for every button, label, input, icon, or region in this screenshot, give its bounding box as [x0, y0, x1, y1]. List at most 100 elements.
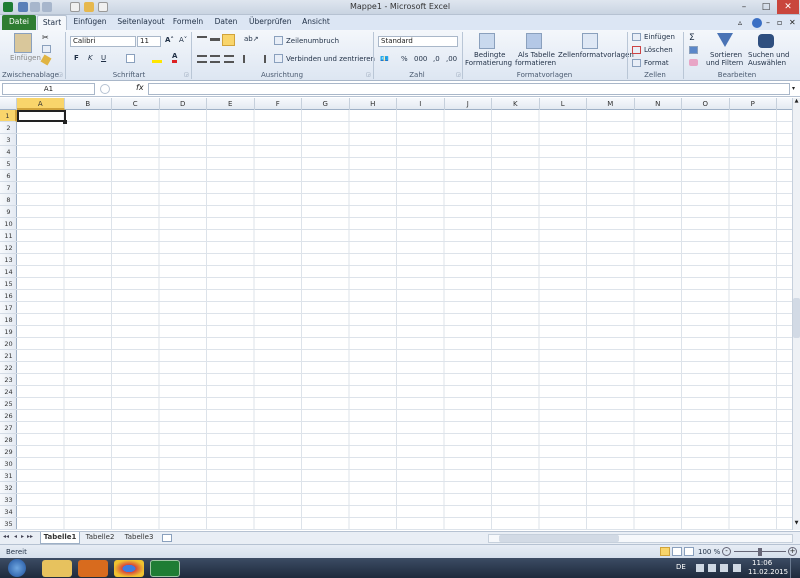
- sheet-tab-tabelle3[interactable]: Tabelle3: [120, 532, 158, 544]
- percent-icon[interactable]: %: [401, 55, 408, 63]
- fill-icon[interactable]: [689, 46, 698, 54]
- orientation-icon[interactable]: ab↗: [244, 35, 259, 43]
- column-header[interactable]: J: [445, 98, 492, 110]
- select-all-button[interactable]: [0, 98, 17, 110]
- format-as-table-button-line2[interactable]: formatieren: [515, 59, 556, 67]
- row-header[interactable]: 1: [0, 110, 17, 122]
- row-header[interactable]: 27: [0, 422, 17, 434]
- column-header[interactable]: N: [635, 98, 682, 110]
- sort-filter-icon[interactable]: [717, 33, 733, 49]
- tab-file[interactable]: Datei: [2, 15, 36, 30]
- increase-indent-icon[interactable]: [256, 55, 266, 63]
- page-layout-view-icon[interactable]: [672, 547, 682, 556]
- number-launcher-icon[interactable]: ◲: [456, 72, 461, 78]
- align-right-icon[interactable]: [224, 55, 234, 63]
- close-button[interactable]: ✕: [777, 0, 799, 14]
- tab-data[interactable]: Daten: [211, 15, 241, 30]
- horizontal-scrollbar[interactable]: [488, 534, 793, 543]
- italic-button[interactable]: K: [88, 54, 93, 62]
- vertical-scroll-thumb[interactable]: [793, 298, 800, 338]
- column-header[interactable]: K: [492, 98, 540, 110]
- tab-insert[interactable]: Einfügen: [72, 15, 108, 30]
- doc-restore-button[interactable]: ▫: [777, 18, 782, 27]
- sheet-tab-tabelle1[interactable]: Tabelle1: [40, 532, 80, 544]
- borders-icon[interactable]: [126, 54, 135, 63]
- doc-minimize-button[interactable]: –: [766, 18, 770, 27]
- insert-function-button[interactable]: fx: [136, 83, 144, 92]
- clipboard-launcher-icon[interactable]: ◲: [58, 72, 63, 78]
- sheet-nav-prev-icon[interactable]: ◂: [14, 533, 17, 540]
- row-header[interactable]: 12: [0, 242, 17, 254]
- start-button-icon[interactable]: [8, 559, 26, 577]
- column-header[interactable]: I: [397, 98, 445, 110]
- sheet-nav-last-icon[interactable]: ▸▸: [27, 533, 33, 540]
- align-center-icon[interactable]: [210, 55, 220, 63]
- excel-taskbar-icon[interactable]: [150, 560, 180, 577]
- column-header[interactable]: G: [302, 98, 350, 110]
- zoom-out-button[interactable]: -: [722, 547, 731, 556]
- paste-button[interactable]: Einfügen: [10, 54, 41, 62]
- name-box[interactable]: A1: [2, 83, 95, 95]
- row-header[interactable]: 29: [0, 446, 17, 458]
- show-desktop-button[interactable]: [790, 558, 800, 578]
- row-header[interactable]: 30: [0, 458, 17, 470]
- row-header[interactable]: 2: [0, 122, 17, 134]
- copy-icon[interactable]: [42, 45, 51, 53]
- scroll-down-icon[interactable]: ▼: [793, 520, 800, 528]
- row-header[interactable]: 22: [0, 362, 17, 374]
- clear-icon[interactable]: [689, 59, 698, 66]
- conditional-formatting-icon[interactable]: [479, 33, 495, 49]
- grow-font-icon[interactable]: A˄: [165, 36, 174, 44]
- column-header[interactable]: B: [65, 98, 112, 110]
- font-launcher-icon[interactable]: ◲: [184, 72, 189, 78]
- sort-filter-button-line2[interactable]: und Filtern: [706, 59, 743, 67]
- conditional-formatting-button[interactable]: Bedingte: [474, 51, 505, 59]
- chrome-taskbar-icon[interactable]: [114, 560, 144, 577]
- horizontal-scroll-thumb[interactable]: [499, 535, 619, 542]
- row-header[interactable]: 15: [0, 278, 17, 290]
- column-header[interactable]: D: [160, 98, 207, 110]
- row-header[interactable]: 20: [0, 338, 17, 350]
- row-header[interactable]: 7: [0, 182, 17, 194]
- autosum-icon[interactable]: Σ: [689, 33, 695, 43]
- row-header[interactable]: 14: [0, 266, 17, 278]
- fill-color-icon[interactable]: [152, 54, 162, 63]
- tab-page-layout[interactable]: Seitenlayout: [117, 15, 165, 30]
- delete-cells-icon[interactable]: [632, 46, 641, 54]
- thousands-icon[interactable]: 000: [414, 55, 427, 63]
- row-header[interactable]: 33: [0, 494, 17, 506]
- format-cells-icon[interactable]: [632, 59, 641, 67]
- shrink-font-icon[interactable]: A˅: [179, 36, 187, 44]
- decrease-indent-icon[interactable]: [243, 55, 253, 63]
- wrap-text-icon[interactable]: [274, 36, 283, 45]
- row-header[interactable]: 34: [0, 506, 17, 518]
- increase-decimal-icon[interactable]: ,0: [433, 55, 440, 63]
- format-painter-icon[interactable]: [40, 54, 52, 66]
- cut-icon[interactable]: ✂: [42, 33, 49, 42]
- wrap-text-button[interactable]: Zeilenumbruch: [286, 37, 339, 45]
- row-header[interactable]: 35: [0, 518, 17, 530]
- network-icon[interactable]: [720, 564, 728, 572]
- format-cells-button[interactable]: Format: [644, 59, 669, 67]
- column-header[interactable]: C: [112, 98, 160, 110]
- fill-handle[interactable]: [63, 120, 67, 124]
- paste-icon[interactable]: [14, 33, 32, 53]
- merge-center-button[interactable]: Verbinden und zentrieren: [286, 55, 375, 63]
- cell-grid[interactable]: [17, 110, 792, 530]
- row-header[interactable]: 5: [0, 158, 17, 170]
- tab-start[interactable]: Start: [37, 15, 67, 30]
- active-cell[interactable]: [17, 110, 66, 122]
- find-select-button-line2[interactable]: Auswählen: [748, 59, 786, 67]
- row-header[interactable]: 11: [0, 230, 17, 242]
- row-header[interactable]: 17: [0, 302, 17, 314]
- tab-formulas[interactable]: Formeln: [171, 15, 205, 30]
- column-header[interactable]: F: [255, 98, 302, 110]
- row-header[interactable]: 3: [0, 134, 17, 146]
- find-select-button[interactable]: Suchen und: [748, 51, 789, 59]
- sheet-nav-next-icon[interactable]: ▸: [21, 533, 24, 540]
- vertical-scrollbar[interactable]: ▲ ▼: [792, 98, 800, 530]
- explorer-taskbar-icon[interactable]: [42, 560, 72, 577]
- sheet-tab-tabelle2[interactable]: Tabelle2: [81, 532, 119, 544]
- insert-cells-icon[interactable]: [632, 33, 641, 41]
- conditional-formatting-button-line2[interactable]: Formatierung: [465, 59, 512, 67]
